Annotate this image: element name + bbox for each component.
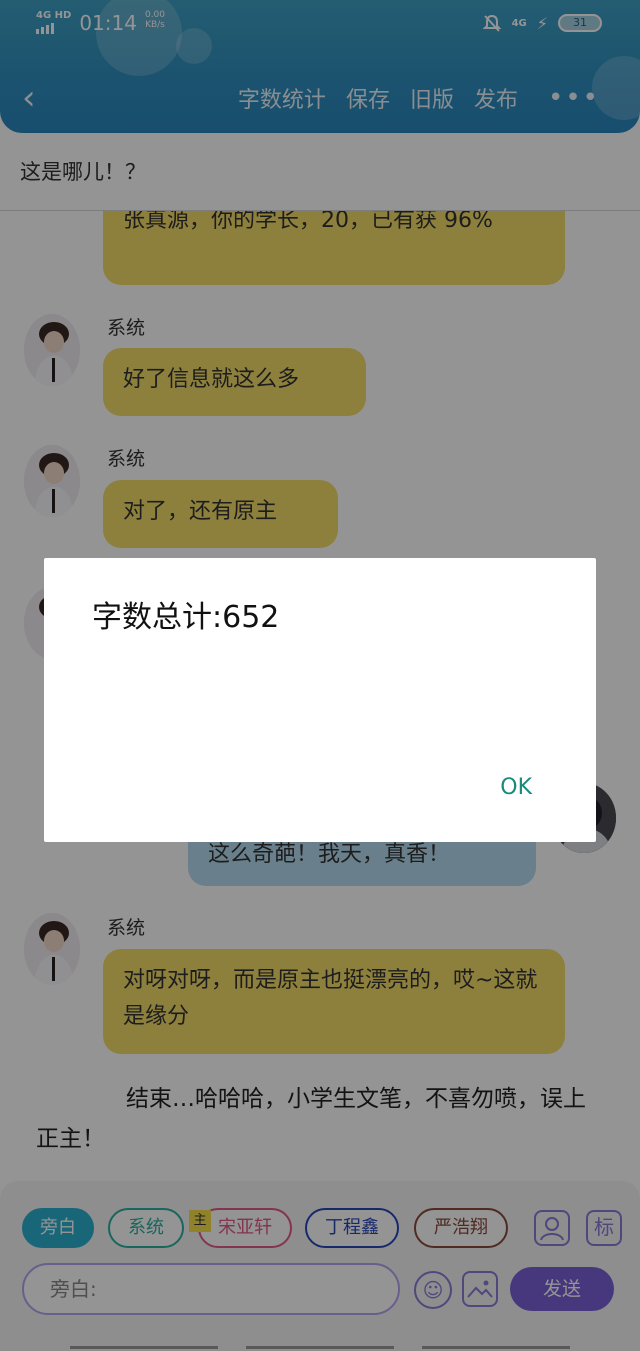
word-count-dialog: 字数总计:652 OK [44, 558, 596, 842]
ok-button[interactable]: OK [500, 775, 532, 800]
dialog-message: 字数总计:652 [92, 600, 280, 635]
